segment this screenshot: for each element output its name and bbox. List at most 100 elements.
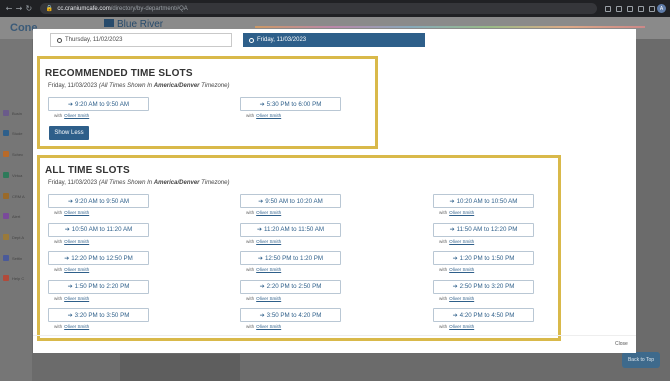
advisor-link[interactable]: Oliver Smith [256,267,281,272]
time-slot-button[interactable]: ➔ 12:20 PM to 12:50 PM [48,251,149,265]
time-slot-button[interactable]: ➔ 9:20 AM to 9:50 AM [48,194,149,208]
time-slot-button[interactable]: ➔ 2:50 PM to 3:20 PM [433,279,534,294]
arrow-right-icon: ➔ [449,226,455,233]
time-slot: ➔ 9:20 AM to 9:50 AM with Oliver Smith [48,97,149,118]
address-bar[interactable]: 🔒 cc.craniumcafe.com/directory/by-depart… [39,3,598,14]
decorative-stripe [255,26,645,28]
time-slot-button[interactable]: ➔ 11:50 AM to 12:20 PM [433,222,534,237]
zoom-icon[interactable] [605,5,612,12]
time-slot-button[interactable]: ➔ 11:20 AM to 11:50 AM [240,222,341,237]
arrow-right-icon: ➔ [259,283,265,290]
menu-icon [3,130,9,136]
time-slot: ➔ 2:50 PM to 3:20 PM with Oliver Smith [433,279,534,301]
time-slot-button[interactable]: ➔ 10:20 AM to 10:50 AM [433,194,534,208]
back-to-top-button[interactable]: Back to Top [622,352,660,368]
time-slot-modal: Thursday, 11/02/2023 Friday, 11/03/2023 … [33,29,636,353]
divider [33,335,636,336]
time-slot-button[interactable]: ➔ 12:50 PM to 1:20 PM [240,251,341,265]
close-button[interactable]: Close [615,341,628,347]
advisor-link[interactable]: Oliver Smith [449,296,474,301]
advisor-link[interactable]: Oliver Smith [64,113,89,118]
arrow-right-icon: ➔ [259,311,265,319]
time-slot: ➔ 3:50 PM to 4:20 PM with Oliver Smith [240,308,341,329]
menu-icon [3,110,9,116]
sidebar [0,39,32,381]
time-slot: ➔ 9:50 AM to 10:20 AM with Oliver Smith [240,194,341,215]
advisor-link[interactable]: Oliver Smith [449,239,474,244]
sidebar-item[interactable]: Settin [3,255,22,261]
time-slot-button[interactable]: ➔ 9:50 AM to 10:20 AM [240,194,341,208]
advisor-link[interactable]: Oliver Smith [256,210,281,215]
menu-icon [3,193,9,199]
sidebar-item[interactable]: Busin [3,110,22,116]
time-slot: ➔ 12:20 PM to 12:50 PM with Oliver Smith [48,251,149,272]
sidepanel-icon[interactable] [649,5,656,12]
url-text: cc.craniumcafe.com/directory/by-departme… [57,5,188,12]
time-slot-button[interactable]: ➔ 5:30 PM to 6:00 PM [240,97,341,111]
time-slot-button[interactable]: ➔ 10:50 AM to 11:20 AM [48,222,149,237]
time-slot-button[interactable]: ➔ 9:20 AM to 9:50 AM [48,97,149,111]
time-slot: ➔ 1:50 PM to 2:20 PM with Oliver Smith [48,279,149,301]
section-date: Friday, 11/03/2023 (All Times Shown In A… [48,83,230,89]
advisor-link[interactable]: Oliver Smith [64,296,89,301]
time-slot: ➔ 11:50 AM to 12:20 PM with Oliver Smith [433,222,534,244]
advisor-link[interactable]: Oliver Smith [256,324,281,329]
flag-icon [104,19,114,27]
advisor-link[interactable]: Oliver Smith [64,210,89,215]
time-slot: ➔ 5:30 PM to 6:00 PM with Oliver Smith [240,97,341,118]
back-icon[interactable]: ← [4,4,14,13]
advisor-link[interactable]: Oliver Smith [449,210,474,215]
advisor-link[interactable]: Oliver Smith [256,239,281,244]
arrow-right-icon: ➔ [259,100,265,108]
advisor-link[interactable]: Oliver Smith [256,296,281,301]
browser-toolbar: ← → ↻ 🔒 cc.craniumcafe.com/directory/by-… [0,0,670,17]
bookmark-icon[interactable] [627,5,634,12]
page-content [120,354,240,381]
all-slots-section: ALL TIME SLOTS Friday, 11/03/2023 (All T… [37,155,561,341]
time-slot: ➔ 10:20 AM to 10:50 AM with Oliver Smith [433,194,534,215]
time-slot: ➔ 2:20 PM to 2:50 PM with Oliver Smith [240,279,341,301]
time-slot-button[interactable]: ➔ 1:50 PM to 2:20 PM [48,279,149,294]
arrow-right-icon: ➔ [257,254,263,262]
section-date: Friday, 11/03/2023 (All Times Shown In A… [48,180,230,186]
sidebar-item[interactable]: Alert [3,213,20,219]
time-slot-button[interactable]: ➔ 1:20 PM to 1:50 PM [433,251,534,265]
arrow-right-icon: ➔ [64,254,70,262]
forward-icon[interactable]: → [14,4,24,13]
reload-icon[interactable]: ↻ [24,4,34,13]
advisor-link[interactable]: Oliver Smith [64,267,89,272]
advisor-link[interactable]: Oliver Smith [256,113,281,118]
advisor-link[interactable]: Oliver Smith [449,267,474,272]
time-slot-button[interactable]: ➔ 3:20 PM to 3:50 PM [48,308,149,322]
recommended-section: RECOMMENDED TIME SLOTS Friday, 11/03/202… [37,56,378,149]
advisor-link[interactable]: Oliver Smith [449,324,474,329]
time-slot-button[interactable]: ➔ 3:50 PM to 4:20 PM [240,308,341,322]
arrow-right-icon: ➔ [452,283,458,290]
arrow-right-icon: ➔ [64,226,70,233]
menu-icon [3,255,9,261]
menu-icon [3,275,9,281]
arrow-right-icon: ➔ [67,100,73,108]
time-slot: ➔ 11:20 AM to 11:50 AM with Oliver Smith [240,222,341,244]
time-slot-button[interactable]: ➔ 4:20 PM to 4:50 PM [433,308,534,322]
arrow-right-icon: ➔ [67,197,73,205]
radio-icon [57,37,62,43]
advisor-link[interactable]: Oliver Smith [64,239,89,244]
sidebar-item[interactable]: Help C [3,275,24,281]
sidebar-item[interactable]: Stude [3,130,22,136]
extensions-icon[interactable] [638,5,645,12]
sidebar-item[interactable]: CRM A [3,193,25,199]
menu-icon [3,213,9,219]
date-friday-button[interactable]: Friday, 11/03/2023 [243,33,425,47]
sidebar-item[interactable]: Virtua [3,172,22,178]
advisor-link[interactable]: Oliver Smith [64,324,89,329]
show-less-button[interactable]: Show Less [49,126,89,140]
time-slot-button[interactable]: ➔ 2:20 PM to 2:50 PM [240,279,341,294]
date-thursday-button[interactable]: Thursday, 11/02/2023 [50,33,232,47]
radio-icon [249,37,254,43]
share-icon[interactable] [616,5,623,12]
sidebar-item[interactable]: Dept A [3,234,24,240]
arrow-right-icon: ➔ [449,197,455,205]
profile-avatar[interactable]: A [657,4,667,13]
sidebar-item[interactable]: Schec [3,151,23,157]
